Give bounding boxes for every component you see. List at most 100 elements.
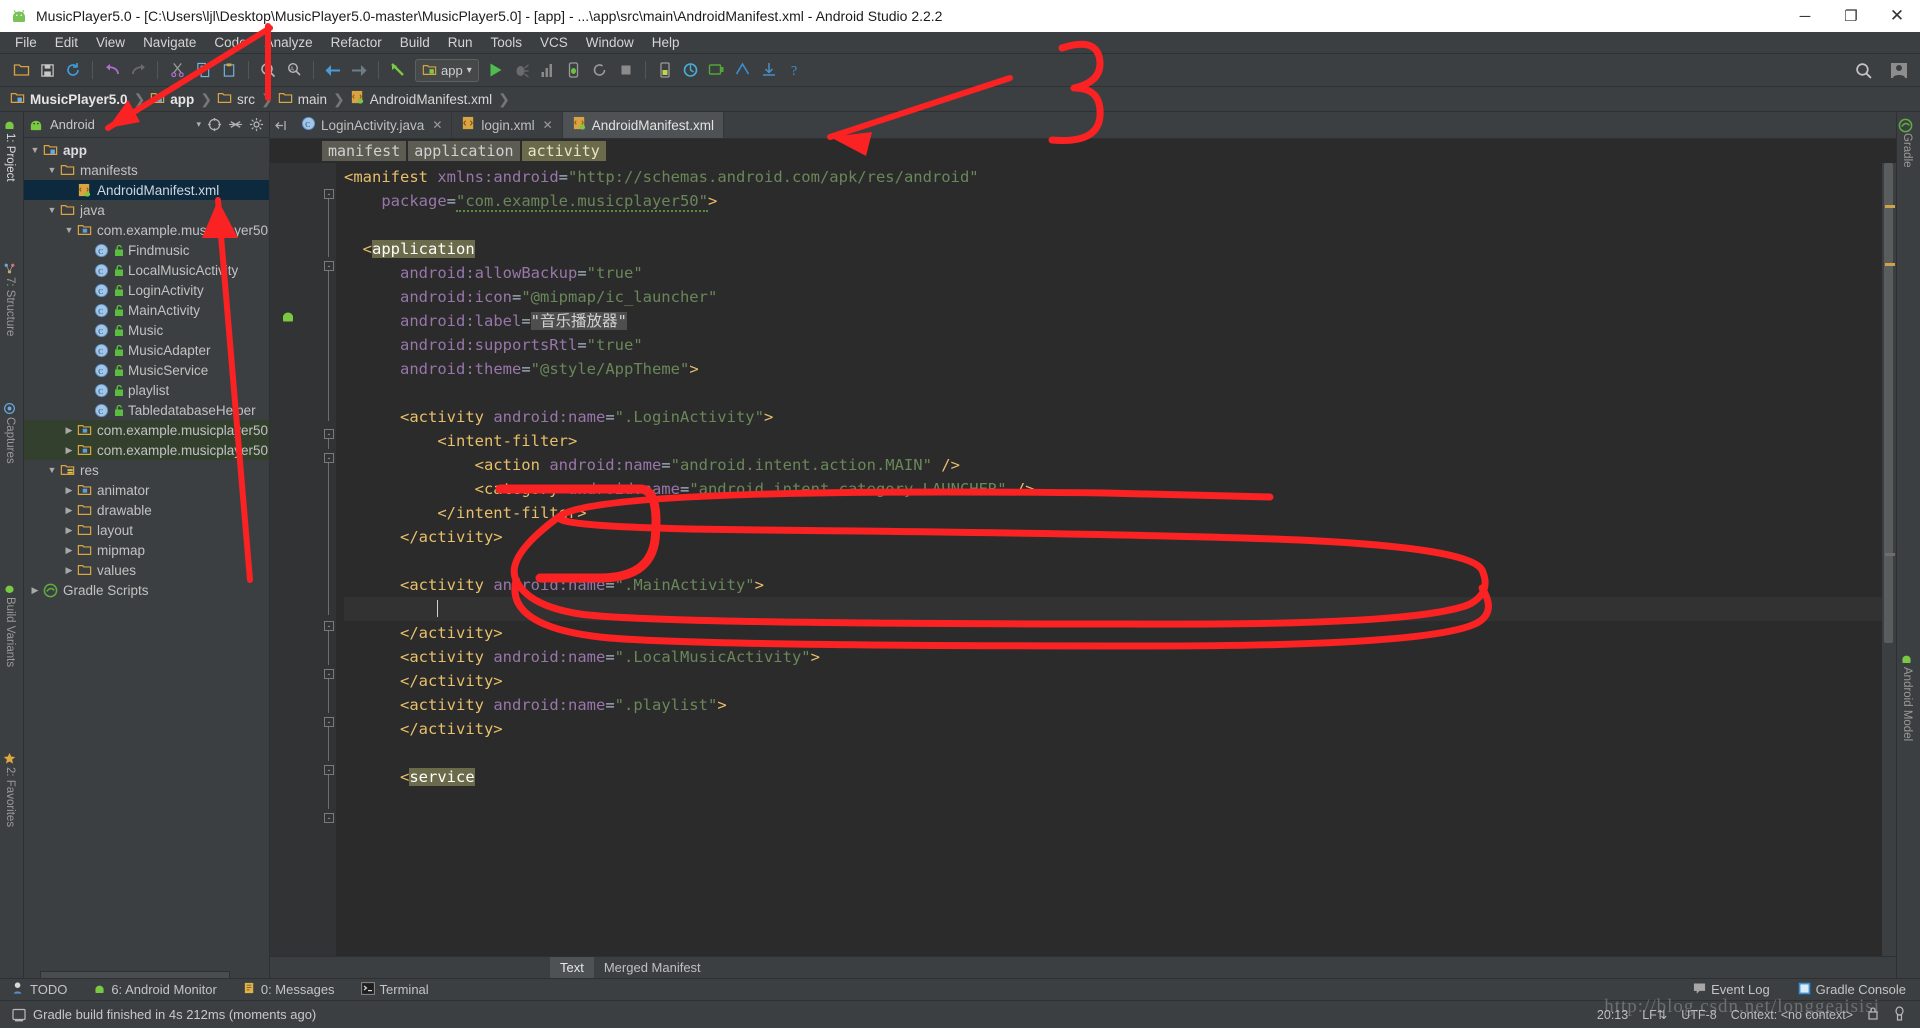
sync-gradle-icon[interactable] — [730, 58, 756, 82]
code-content[interactable]: <manifest xmlns:android="http://schemas.… — [336, 163, 1882, 956]
tree-node-playlist[interactable]: Cplaylist — [24, 380, 269, 400]
cut-icon[interactable] — [164, 58, 190, 82]
breadcrumb-item-musicplayer5-0[interactable]: MusicPlayer5.0 — [10, 91, 132, 108]
menu-item-navigate[interactable]: Navigate — [134, 33, 205, 52]
save-all-icon[interactable] — [34, 58, 60, 82]
menu-item-file[interactable]: File — [6, 33, 46, 52]
chevron-down-icon[interactable]: ▼ — [45, 465, 59, 475]
editor-tab-androidmanifest-xml[interactable]: AndroidManifest.xml — [562, 112, 725, 138]
menu-item-vcs[interactable]: VCS — [531, 33, 577, 52]
rail-item-build-variants[interactable]: Build Variants — [4, 582, 16, 667]
project-tree[interactable]: ▼ app ▼ manifests AndroidManifest.xml ▼ java ▼ c… — [24, 138, 269, 978]
paste-icon[interactable] — [216, 58, 242, 82]
tree-node-com-example-musicplayer50[interactable]: ▶ com.example.musicplayer50 — [24, 440, 269, 460]
rerun-icon[interactable] — [587, 58, 613, 82]
tree-node-animator[interactable]: ▶ animator — [24, 480, 269, 500]
run-icon[interactable] — [483, 58, 509, 82]
chevron-right-icon[interactable]: ▶ — [62, 565, 76, 576]
code-folding-column[interactable]: - - - - - - - - - — [322, 163, 336, 956]
chevron-down-icon[interactable]: ▼ — [28, 145, 42, 155]
close-tab-icon[interactable]: ✕ — [543, 118, 553, 132]
pin-tab-icon[interactable] — [270, 112, 292, 138]
tree-node-gradle-scripts[interactable]: ▶ Gradle Scripts — [24, 580, 269, 600]
sync-project-icon[interactable] — [60, 58, 86, 82]
xml-crumb-manifest[interactable]: manifest — [322, 141, 407, 161]
fold-toggle-icon[interactable]: - — [324, 621, 334, 631]
tree-node-layout[interactable]: ▶ layout — [24, 520, 269, 540]
forward-icon[interactable] — [346, 58, 372, 82]
breadcrumb-item-androidmanifest-xml[interactable]: AndroidManifest.xml — [350, 90, 496, 108]
menu-item-help[interactable]: Help — [643, 33, 689, 52]
user-icon[interactable] — [1886, 58, 1912, 82]
scrollbar-thumb[interactable] — [1884, 163, 1893, 643]
editor-scrollbar[interactable] — [1882, 163, 1896, 956]
avd-manager-icon[interactable] — [678, 58, 704, 82]
chevron-down-icon[interactable]: ▼ — [45, 165, 59, 175]
menu-item-refactor[interactable]: Refactor — [322, 33, 391, 52]
tool-window-button-terminal[interactable]: Terminal — [360, 981, 429, 998]
compile-icon[interactable] — [385, 58, 411, 82]
fold-toggle-icon[interactable]: - — [324, 765, 334, 775]
fold-toggle-icon[interactable]: - — [324, 717, 334, 727]
fold-toggle-icon[interactable]: - — [324, 261, 334, 271]
chevron-down-icon[interactable]: ▼ — [62, 225, 76, 235]
error-stripe-mark[interactable] — [1885, 205, 1895, 208]
tree-node-tabledatabasehelper[interactable]: C TabledatabaseHelper — [24, 400, 269, 420]
collapse-all-icon[interactable] — [226, 116, 244, 134]
target-icon[interactable] — [205, 116, 223, 134]
download-icon[interactable] — [756, 58, 782, 82]
menu-item-analyze[interactable]: Analyze — [256, 33, 322, 52]
search-everywhere-icon[interactable] — [1850, 58, 1876, 82]
editor-gutter[interactable] — [270, 163, 322, 956]
tree-node-music[interactable]: C Music — [24, 320, 269, 340]
tree-node-values[interactable]: ▶ values — [24, 560, 269, 580]
tree-node-mipmap[interactable]: ▶ mipmap — [24, 540, 269, 560]
menu-item-tools[interactable]: Tools — [482, 33, 532, 52]
menu-item-window[interactable]: Window — [577, 33, 643, 52]
tree-node-com-example-musicplayer50[interactable]: ▶ com.example.musicplayer50 — [24, 420, 269, 440]
attach-debugger-icon[interactable] — [561, 58, 587, 82]
menu-item-code[interactable]: Code — [205, 33, 255, 52]
chevron-right-icon[interactable]: ▶ — [62, 485, 76, 496]
tool-window-button-0--messages[interactable]: 0: Messages — [243, 981, 335, 998]
fold-toggle-icon[interactable]: - — [324, 669, 334, 679]
chevron-down-icon[interactable]: ▼ — [45, 205, 59, 215]
rail-item-gradle[interactable]: Gradle — [1898, 118, 1913, 168]
editor-tab-login-xml[interactable]: login.xml ✕ — [452, 112, 563, 138]
fold-toggle-icon[interactable]: - — [324, 813, 334, 823]
undo-icon[interactable] — [99, 58, 125, 82]
tree-node-drawable[interactable]: ▶ drawable — [24, 500, 269, 520]
maximize-button[interactable]: ❐ — [1828, 0, 1874, 32]
stop-icon[interactable] — [613, 58, 639, 82]
tree-node-findmusic[interactable]: C Findmusic — [24, 240, 269, 260]
chevron-right-icon[interactable]: ▶ — [62, 545, 76, 556]
find-replace-icon[interactable]: A — [281, 58, 307, 82]
chevron-right-icon[interactable]: ▶ — [62, 505, 76, 516]
tree-node-manifests[interactable]: ▼ manifests — [24, 160, 269, 180]
redo-icon[interactable] — [125, 58, 151, 82]
menu-item-view[interactable]: View — [87, 33, 134, 52]
tree-node-localmusicactivity[interactable]: C LocalMusicActivity — [24, 260, 269, 280]
xml-crumb-application[interactable]: application — [408, 141, 520, 161]
open-project-icon[interactable] — [8, 58, 34, 82]
tree-node-com-example-musicplayer50[interactable]: ▼ com.example.musicplayer50 — [24, 220, 269, 240]
close-tab-icon[interactable]: ✕ — [432, 118, 442, 132]
chevron-right-icon[interactable]: ▶ — [62, 445, 76, 456]
rail-item-android-model[interactable]: Android Model — [1901, 652, 1913, 741]
rail-item-2--favorites[interactable]: 2: Favorites — [3, 752, 16, 827]
gear-icon[interactable] — [247, 116, 265, 134]
error-stripe-mark[interactable] — [1885, 553, 1895, 556]
chevron-right-icon[interactable]: ▶ — [62, 425, 76, 436]
breadcrumb-item-main[interactable]: main — [278, 91, 331, 108]
search-icon[interactable] — [255, 58, 281, 82]
menu-item-edit[interactable]: Edit — [46, 33, 87, 52]
chevron-right-icon[interactable]: ▶ — [28, 585, 42, 596]
fold-toggle-icon[interactable]: - — [324, 189, 334, 199]
help-icon[interactable]: ? — [782, 58, 808, 82]
editor-mode-tab-merged-manifest[interactable]: Merged Manifest — [594, 957, 711, 978]
rail-item-1--project[interactable]: 1: Project — [4, 118, 16, 182]
tree-node-java[interactable]: ▼ java — [24, 200, 269, 220]
avd-device-icon[interactable] — [704, 58, 730, 82]
tree-node-res[interactable]: ▼ res — [24, 460, 269, 480]
error-stripe-mark[interactable] — [1885, 263, 1895, 266]
